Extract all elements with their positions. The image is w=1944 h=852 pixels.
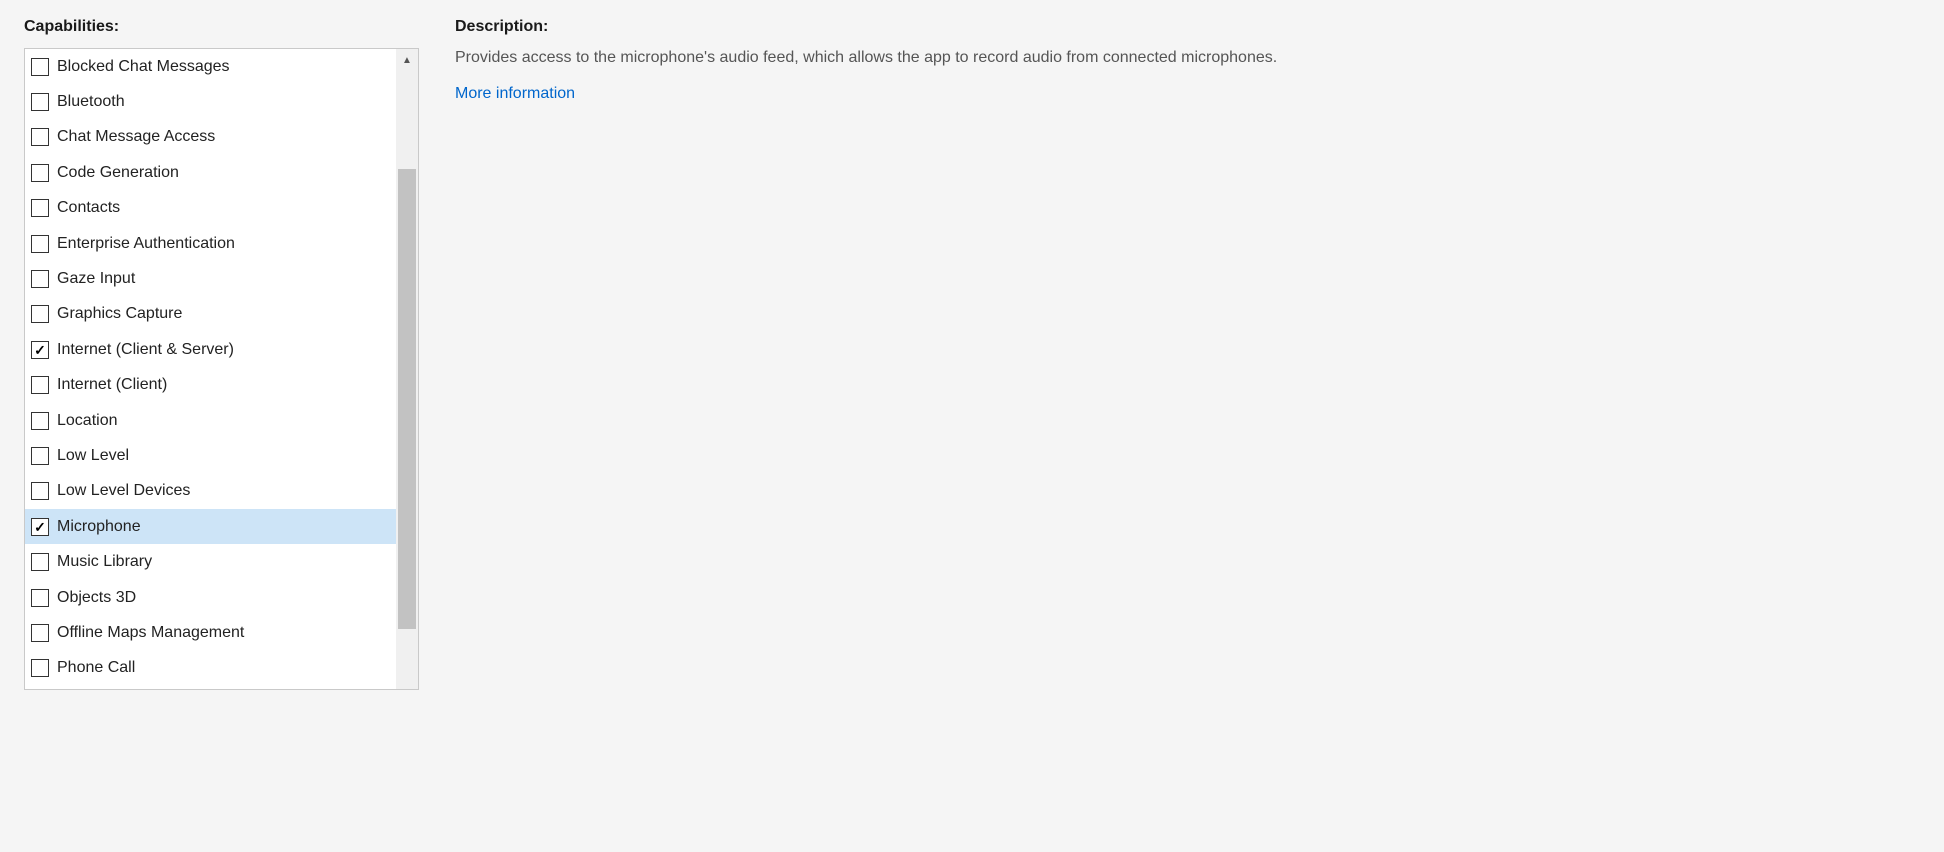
capability-label: Internet (Client & Server)	[57, 341, 234, 359]
capability-checkbox[interactable]	[31, 199, 49, 217]
capability-item[interactable]: Low Level	[25, 438, 396, 473]
capability-item[interactable]: Bluetooth	[25, 84, 396, 119]
capabilities-listbox[interactable]: Blocked Chat Messages Bluetooth Chat Messa…	[24, 48, 419, 690]
capability-checkbox[interactable]	[31, 58, 49, 76]
capability-item[interactable]: Internet (Client & Server)	[25, 332, 396, 367]
capability-label: Contacts	[57, 199, 120, 217]
capability-label: Chat Message Access	[57, 128, 215, 146]
capability-item[interactable]: Contacts	[25, 191, 396, 226]
capability-item[interactable]: Code Generation	[25, 155, 396, 190]
capability-checkbox[interactable]	[31, 518, 49, 536]
capability-checkbox[interactable]	[31, 553, 49, 571]
capability-item[interactable]: Chat Message Access	[25, 120, 396, 155]
capability-label: Microphone	[57, 518, 141, 536]
capability-item[interactable]: Blocked Chat Messages	[25, 49, 396, 84]
capability-checkbox[interactable]	[31, 305, 49, 323]
capability-checkbox[interactable]	[31, 164, 49, 182]
scroll-thumb[interactable]	[398, 169, 416, 629]
capability-item[interactable]: Graphics Capture	[25, 297, 396, 332]
capability-label: Code Generation	[57, 164, 179, 182]
capability-checkbox[interactable]	[31, 376, 49, 394]
capabilities-heading: Capabilities:	[24, 18, 419, 36]
capability-checkbox[interactable]	[31, 270, 49, 288]
capability-label: Low Level	[57, 447, 129, 465]
capability-item[interactable]: Low Level Devices	[25, 474, 396, 509]
capability-item[interactable]: Phone Call	[25, 651, 396, 686]
capability-label: Phone Call	[57, 659, 135, 677]
capability-checkbox[interactable]	[31, 624, 49, 642]
capability-item[interactable]: Location	[25, 403, 396, 438]
capability-checkbox[interactable]	[31, 341, 49, 359]
capability-checkbox[interactable]	[31, 128, 49, 146]
capability-label: Internet (Client)	[57, 376, 167, 394]
capability-checkbox[interactable]	[31, 589, 49, 607]
capability-item[interactable]: Objects 3D	[25, 580, 396, 615]
description-text: Provides access to the microphone's audi…	[455, 46, 1335, 71]
capability-item[interactable]: Music Library	[25, 544, 396, 579]
capability-checkbox[interactable]	[31, 235, 49, 253]
capability-label: Enterprise Authentication	[57, 235, 235, 253]
capability-item[interactable]: Gaze Input	[25, 261, 396, 296]
capability-checkbox[interactable]	[31, 447, 49, 465]
capability-label: Blocked Chat Messages	[57, 58, 230, 76]
capability-label: Bluetooth	[57, 93, 125, 111]
capability-item[interactable]: Enterprise Authentication	[25, 226, 396, 261]
capability-item[interactable]: Internet (Client)	[25, 368, 396, 403]
capability-checkbox[interactable]	[31, 93, 49, 111]
capability-label: Music Library	[57, 553, 152, 571]
capability-label: Objects 3D	[57, 589, 136, 607]
description-heading: Description:	[455, 18, 1515, 36]
capability-checkbox[interactable]	[31, 412, 49, 430]
scrollbar[interactable]: ▲	[396, 49, 418, 689]
capability-label: Offline Maps Management	[57, 624, 244, 642]
capability-label: Location	[57, 412, 118, 430]
capability-checkbox[interactable]	[31, 659, 49, 677]
scroll-up-button[interactable]: ▲	[396, 49, 418, 71]
capability-checkbox[interactable]	[31, 482, 49, 500]
capability-label: Graphics Capture	[57, 305, 182, 323]
more-information-link[interactable]: More information	[455, 85, 575, 102]
capability-label: Gaze Input	[57, 270, 135, 288]
capability-item[interactable]: Microphone	[25, 509, 396, 544]
capability-label: Low Level Devices	[57, 482, 190, 500]
capability-item[interactable]: Offline Maps Management	[25, 615, 396, 650]
